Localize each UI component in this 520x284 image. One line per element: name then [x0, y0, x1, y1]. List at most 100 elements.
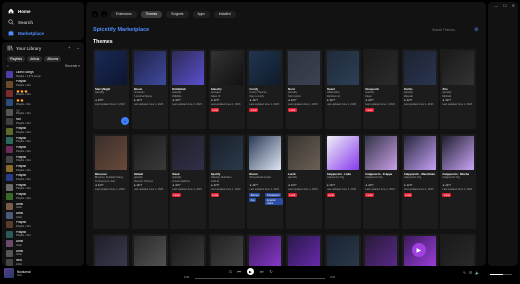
theme-preview[interactable] — [95, 236, 127, 266]
theme-card[interactable]: Fluent williamckha Windows 11 ★ 4277 Last up… — [324, 49, 361, 129]
library-item[interactable]: 🔥🔥🔥 Playlist • Ilirut — [6, 89, 84, 98]
library-item[interactable]: Playlist Playlist • Ilirut — [6, 155, 84, 164]
theme-card[interactable]: Onepunch spicetify Clean ★ 4277 Last updated… — [363, 49, 400, 129]
theme-preview[interactable] — [403, 51, 436, 85]
theme-preview[interactable] — [326, 236, 359, 266]
theme-card[interactable]: Recon Wuneroinda Grafox ★ 4277 Last updated… — [247, 134, 284, 229]
theme-preview[interactable] — [133, 236, 166, 266]
theme-preview[interactable] — [365, 51, 398, 85]
nav-search[interactable]: Search — [8, 17, 33, 27]
tab-snippets[interactable]: Snippets — [166, 11, 189, 18]
library-item[interactable]: Artist Artist — [6, 211, 84, 220]
library-item[interactable]: Artist Artist — [6, 201, 84, 210]
library-item[interactable]: Playlist Playlist • Ilirut — [6, 192, 84, 201]
progress-bar[interactable] — [195, 278, 325, 279]
theme-card[interactable] — [170, 234, 207, 266]
theme-preview[interactable] — [249, 136, 282, 170]
chip-playlists[interactable]: Playlists — [7, 56, 26, 62]
library-search-icon[interactable]: ⌕ — [7, 64, 9, 68]
theme-preview[interactable] — [249, 51, 282, 85]
library-item[interactable]: Mix Playlist • Ilirut — [6, 117, 84, 126]
library-item[interactable]: Playlist Playlist • Ilirut — [6, 230, 84, 239]
theme-preview[interactable] — [172, 236, 205, 266]
theme-card[interactable] — [208, 234, 245, 266]
track-title[interactable]: Nocturnal — [17, 270, 31, 274]
arrow-right-icon[interactable]: → — [76, 45, 81, 50]
library-item[interactable]: Artist Artist — [6, 239, 84, 248]
theme-card[interactable]: Orchis spicetify Material ★ 4277 Last update… — [401, 49, 438, 129]
theme-preview[interactable] — [210, 51, 243, 85]
theme-preview[interactable] — [95, 51, 127, 85]
theme-preview[interactable] — [442, 236, 475, 266]
album-art[interactable] — [4, 268, 14, 278]
shuffle-icon[interactable]: ⤨ — [228, 269, 231, 274]
volume-slider[interactable] — [490, 274, 512, 275]
tab-apps[interactable]: Apps — [192, 11, 210, 18]
theme-preview[interactable] — [172, 136, 205, 170]
theme-preview[interactable] — [95, 136, 127, 170]
theme-preview[interactable] — [210, 136, 243, 170]
library-item[interactable]: Ilirut Artist — [6, 258, 84, 266]
theme-card[interactable] — [93, 234, 129, 266]
theme-card[interactable]: Sleek spicetify A clean platform ★ 4277 Last… — [170, 134, 207, 229]
volume-icon[interactable]: 🔈 — [475, 271, 479, 275]
library-item[interactable]: Playlist Playlist • Ilirut — [6, 145, 84, 154]
library-item[interactable]: Liked Songs Playlist • 1,273 songs — [6, 70, 84, 79]
theme-card[interactable]: Blossom Blossom, Fluttatia Chang, Tu Dang … — [93, 134, 129, 229]
theme-card[interactable]: Spotify Glassify, SideHues, lucid-AI ★ 4277… — [208, 134, 245, 229]
plus-icon[interactable]: + — [68, 45, 71, 50]
theme-preview[interactable] — [403, 136, 436, 170]
theme-preview[interactable] — [326, 136, 359, 170]
theme-preview[interactable] — [365, 236, 398, 266]
theme-card[interactable]: Glassify sanoojes Glass UI ★ 4277 Last updat… — [208, 49, 245, 129]
gear-icon[interactable]: ⚙ — [474, 27, 478, 33]
theme-preview[interactable] — [365, 136, 398, 170]
lyrics-icon[interactable]: ✎ — [463, 271, 466, 275]
search-input[interactable]: Search Themes... — [432, 28, 457, 32]
theme-preview[interactable] — [288, 136, 320, 170]
theme-card[interactable]: Bloom nimsandu A minimal theme ★ 4277 Last u… — [131, 49, 168, 129]
theme-card[interactable]: Lucid spicetify ★ 4277 Last updated June 1,… — [286, 134, 322, 229]
play-overlay-icon[interactable]: ▶ — [411, 243, 426, 257]
minimize-icon[interactable]: — — [494, 3, 498, 8]
tab-extensions[interactable]: Extensions — [111, 11, 137, 18]
queue-icon[interactable]: ☰ — [469, 271, 472, 275]
previous-icon[interactable]: ⏮ — [237, 269, 241, 274]
theme-preview[interactable] — [249, 236, 282, 266]
theme-preview[interactable] — [288, 236, 320, 266]
library-item[interactable]: Playlist Playlist • Ilirut — [6, 136, 84, 145]
theme-card[interactable]: Comfy Comfy-Themes Stay a comfy ★ 4277 Last … — [247, 49, 284, 129]
play-button[interactable]: ▶ — [246, 268, 254, 275]
next-icon[interactable]: ⏭ — [260, 269, 264, 274]
theme-card[interactable] — [324, 234, 361, 266]
theme-card[interactable]: Catppuccin - Mocha Catppuccin Org ★ 4277 La… — [440, 134, 477, 229]
chip-artists[interactable]: Artists — [27, 56, 43, 62]
theme-preview[interactable] — [442, 136, 475, 170]
forward-button[interactable]: › — [101, 11, 107, 17]
theme-preview[interactable] — [210, 236, 243, 266]
library-item[interactable]: Playlist Playlist • Ilirut — [6, 173, 84, 182]
theme-card[interactable]: Nord spicetify Nord colors ★ 4277 Last updat… — [286, 49, 322, 129]
theme-preview[interactable] — [442, 51, 475, 85]
library-item[interactable]: Playlist Playlist • Ilirut — [6, 126, 84, 135]
library-item[interactable]: Playlist Playlist • Ilirut — [6, 183, 84, 192]
theme-card[interactable]: Catppuccin - Frappe Catppuccin Org ★ 4277 L… — [363, 134, 400, 229]
install-button[interactable]: + — [121, 117, 129, 125]
library-item[interactable]: Playlist Playlist • Ilirut — [6, 164, 84, 173]
tab-installed[interactable]: Installed — [213, 11, 236, 18]
track-artist[interactable]: Ilirut — [17, 274, 31, 277]
library-item[interactable]: 🎧 Playlist • Ilirut — [6, 108, 84, 117]
theme-card[interactable] — [286, 234, 322, 266]
nav-home[interactable]: Home — [8, 6, 31, 16]
library-item[interactable]: Playlist Playlist • Ilirut — [6, 79, 84, 88]
theme-card[interactable]: Default spicetify Discover Themes ★ 4277 Las… — [131, 134, 168, 229]
repeat-icon[interactable]: ↻ — [269, 269, 272, 274]
nav-marketplace[interactable]: Marketplace — [8, 28, 44, 38]
chip-albums[interactable]: Albums — [44, 56, 62, 62]
theme-card[interactable]: Ziro spicetify Minimal ★ 4277 Last updated J… — [440, 49, 477, 129]
close-icon[interactable]: ✕ — [512, 3, 515, 8]
theme-card[interactable]: Catppuccin - Latte Catppuccin Org ★ 4277 La… — [324, 134, 361, 229]
theme-preview[interactable] — [133, 136, 166, 170]
library-item[interactable]: 🔥🔥 Playlist • Ilirut — [6, 98, 84, 107]
theme-card[interactable] — [440, 234, 477, 266]
